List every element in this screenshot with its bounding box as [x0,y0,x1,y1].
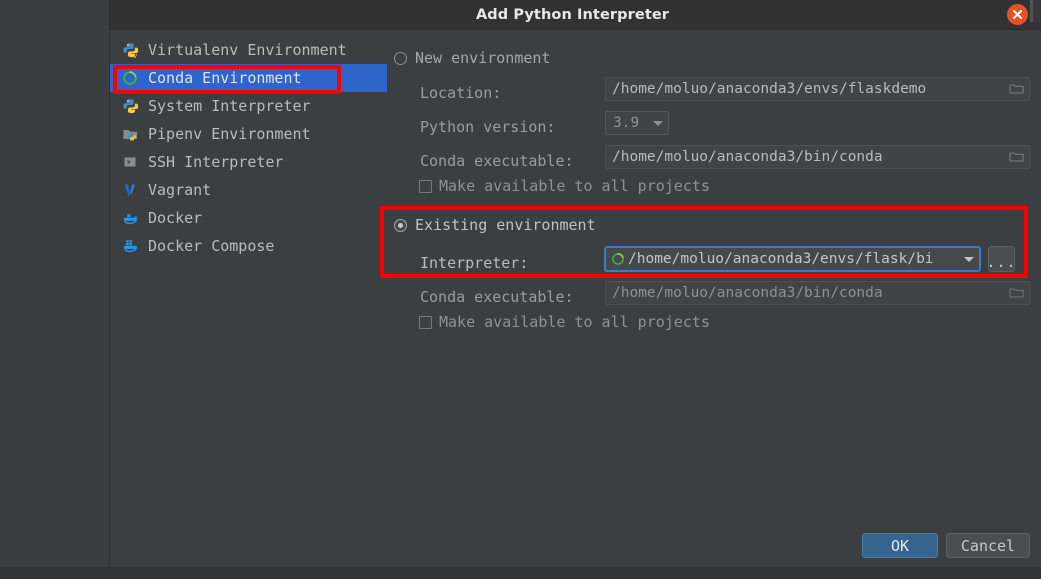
sidebar-item-label: Conda Environment [148,69,302,87]
checkbox-unchecked-icon [419,315,432,329]
docker-icon [121,209,139,227]
interpreter-select[interactable]: /home/moluo/anaconda3/envs/flask/bi [604,246,981,272]
window-resize-corner [1030,0,1041,22]
location-input[interactable]: /home/moluo/anaconda3/envs/flaskdemo [605,77,1030,101]
folder-icon[interactable] [1009,80,1025,99]
sidebar-item-system-interpreter[interactable]: System Interpreter [110,92,376,120]
ok-button[interactable]: OK [862,533,938,558]
desktop-left-margin [0,0,110,579]
terminal-icon [121,153,139,171]
sidebar-item-label: SSH Interpreter [148,153,284,171]
vagrant-icon [121,181,139,199]
interpreter-settings-pane: New environment Location: /home/moluo/an… [386,30,1041,522]
location-label: Location: [420,84,502,102]
python-virtualenv-icon: v [121,41,139,59]
new-environment-radio[interactable]: New environment [394,49,550,67]
screen: Add Python Interpreter v Virtualenv Envi… [0,0,1041,579]
python-icon [121,97,139,115]
sidebar-item-label: Docker Compose [148,237,275,255]
existing-conda-executable-input[interactable]: /home/moluo/anaconda3/bin/conda [605,281,1030,305]
dialog-footer: OK Cancel [110,522,1041,569]
radio-unchecked-icon [394,51,407,65]
conda-icon [121,69,139,87]
new-conda-executable-value: /home/moluo/anaconda3/bin/conda [612,149,883,165]
chevron-down-icon [653,120,663,126]
sidebar-item-conda-environment[interactable]: Conda Environment [110,64,387,92]
interpreter-label: Interpreter: [420,254,529,272]
new-conda-executable-input[interactable]: /home/moluo/anaconda3/bin/conda [605,145,1030,169]
python-version-select[interactable]: 3.9 [605,111,669,135]
sidebar-item-ssh-interpreter[interactable]: SSH Interpreter [110,148,376,176]
existing-conda-executable-label: Conda executable: [420,288,574,306]
interpreter-value: /home/moluo/anaconda3/envs/flask/bi [628,251,934,267]
svg-text:v: v [133,52,137,59]
folder-icon[interactable] [1009,148,1025,167]
sidebar-item-docker-compose[interactable]: Docker Compose [110,232,376,260]
pipenv-icon [121,125,139,143]
existing-make-available-checkbox[interactable]: Make available to all projects [419,313,710,331]
sidebar-item-label: Pipenv Environment [148,125,311,143]
interpreter-browse-button[interactable]: ... [986,246,1016,272]
new-make-available-checkbox[interactable]: Make available to all projects [419,177,710,195]
existing-environment-radio[interactable]: Existing environment [394,216,596,234]
docker-compose-icon [121,237,139,255]
dialog-title: Add Python Interpreter [475,6,670,23]
sidebar-item-vagrant[interactable]: Vagrant [110,176,376,204]
new-make-available-label: Make available to all projects [439,177,710,195]
sidebar-item-virtualenv-environment[interactable]: v Virtualenv Environment [110,36,376,64]
python-version-value: 3.9 [613,115,640,131]
sidebar-item-label: Vagrant [148,181,212,199]
close-icon[interactable] [1007,4,1028,25]
sidebar-item-pipenv-environment[interactable]: Pipenv Environment [110,120,376,148]
sidebar-item-label: System Interpreter [148,97,311,115]
existing-environment-label: Existing environment [415,216,596,234]
close-glyph [1013,10,1022,19]
conda-icon [611,252,628,266]
dialog-body: v Virtualenv Environment Conda Environme… [110,30,1041,569]
cancel-button[interactable]: Cancel [946,533,1030,558]
python-version-label: Python version: [420,118,556,136]
folder-icon[interactable] [1009,284,1025,303]
location-value: /home/moluo/anaconda3/envs/flaskdemo [612,81,927,97]
radio-checked-icon [394,218,407,232]
sidebar-item-docker[interactable]: Docker [110,204,376,232]
new-conda-executable-label: Conda executable: [420,152,574,170]
sidebar-item-label: Virtualenv Environment [148,41,347,59]
checkbox-unchecked-icon [419,179,432,193]
existing-make-available-label: Make available to all projects [439,313,710,331]
add-python-interpreter-dialog: Add Python Interpreter v Virtualenv Envi… [110,0,1041,569]
sidebar-item-label: Docker [148,209,203,227]
existing-conda-executable-value: /home/moluo/anaconda3/bin/conda [612,285,883,301]
chevron-down-icon [964,256,974,262]
dialog-titlebar: Add Python Interpreter [110,0,1041,30]
desktop-taskbar-strip [0,567,1041,579]
new-environment-label: New environment [415,49,551,67]
interpreter-type-list: v Virtualenv Environment Conda Environme… [110,30,387,522]
